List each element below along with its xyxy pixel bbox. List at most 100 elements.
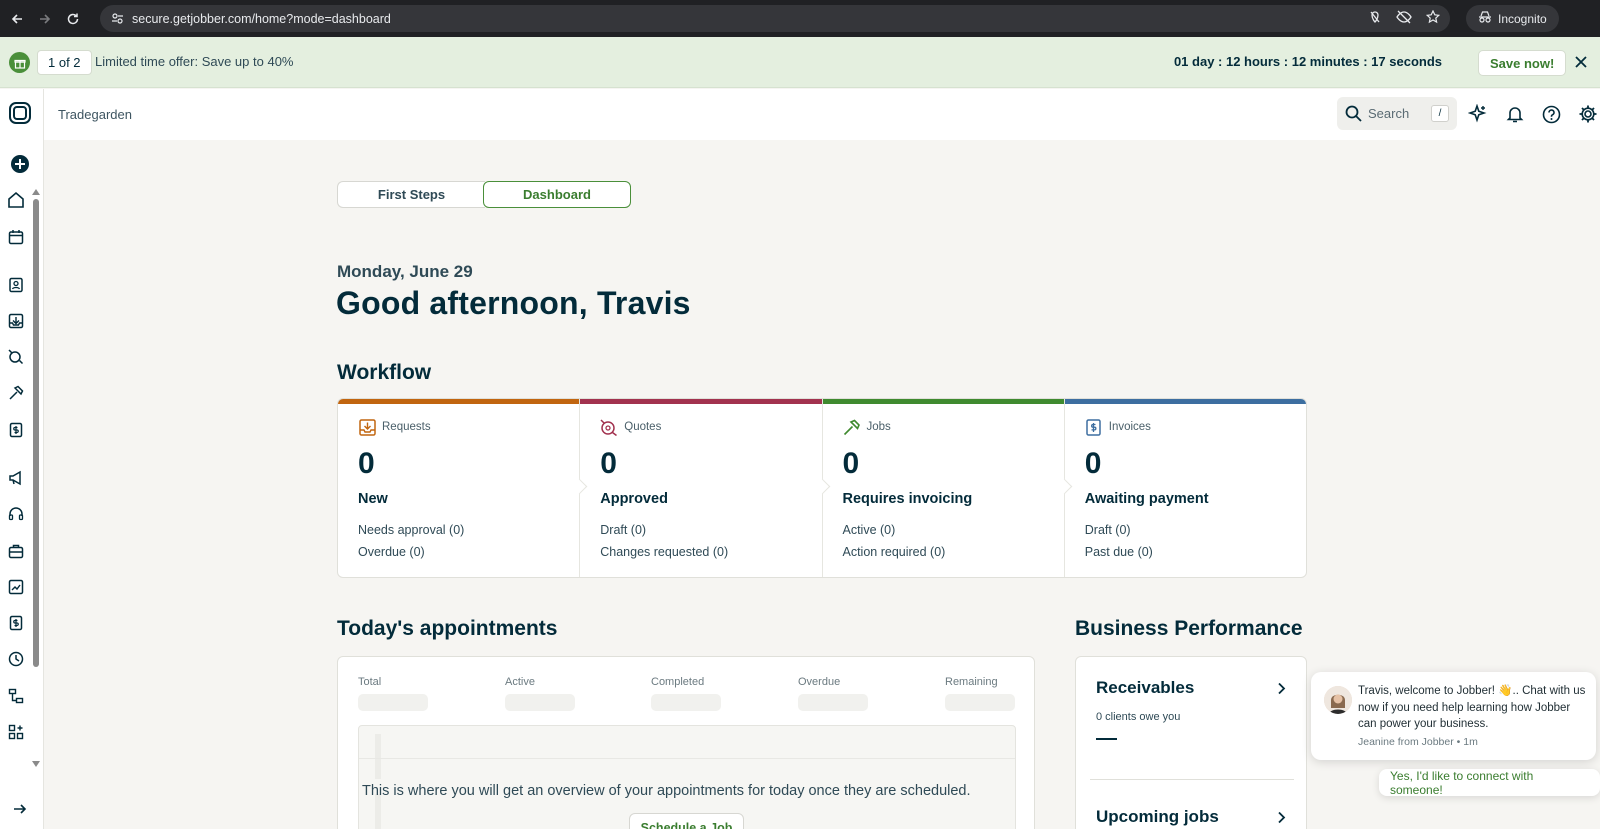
scroll-thumb[interactable] xyxy=(33,199,39,667)
jobs-count: 0 xyxy=(842,447,860,480)
jobs-action-required[interactable]: Action required (0) xyxy=(843,545,946,559)
invoices-status: Awaiting payment xyxy=(1084,491,1209,507)
workflow-title: Workflow xyxy=(337,361,432,384)
chat-welcome-message[interactable]: Travis, welcome to Jobber! 👋.. Chat with… xyxy=(1311,672,1596,760)
settings-gear-icon[interactable] xyxy=(1577,103,1599,125)
company-name: Tradegarden xyxy=(58,107,132,122)
quotes-icon xyxy=(600,418,618,436)
clients-icon[interactable] xyxy=(5,274,27,296)
quotes-count: 0 xyxy=(600,447,617,480)
close-icon[interactable] xyxy=(1571,52,1591,72)
reports-chart-icon[interactable] xyxy=(5,576,27,598)
tab-first-steps[interactable]: First Steps xyxy=(337,181,485,208)
requests-count: 0 xyxy=(358,447,375,480)
greeting-heading: Good afternoon, Travis xyxy=(336,285,691,321)
headset-icon[interactable] xyxy=(5,503,27,525)
home-icon[interactable] xyxy=(5,189,27,211)
eye-off-icon[interactable] xyxy=(1396,10,1412,27)
quotes-draft[interactable]: Draft (0) xyxy=(600,523,646,537)
invoices-icon[interactable] xyxy=(5,419,27,441)
jobs-active[interactable]: Active (0) xyxy=(843,523,896,537)
chevron-right-icon[interactable] xyxy=(1274,681,1288,695)
expenses-icon[interactable] xyxy=(5,612,27,634)
jobs-label: Jobs xyxy=(866,421,891,433)
create-plus-icon[interactable] xyxy=(9,153,31,175)
workflow-card-requests[interactable]: Requests 0 New Needs approval (0) Overdu… xyxy=(338,399,588,577)
workflow-card-quotes[interactable]: Quotes 0 Approved Draft (0) Changes requ… xyxy=(580,399,830,577)
stat-remaining-skeleton xyxy=(945,694,1015,711)
invoices-past-due[interactable]: Past due (0) xyxy=(1085,545,1153,559)
notifications-bell-icon[interactable] xyxy=(1504,103,1526,125)
invoices-label: Invoices xyxy=(1108,421,1151,433)
toolbox-icon[interactable] xyxy=(5,540,27,562)
address-bar[interactable]: secure.getjobber.com/home?mode=dashboard xyxy=(100,5,1450,32)
incognito-indicator[interactable]: Incognito xyxy=(1466,5,1559,32)
workflow-card-invoices[interactable]: Invoices 0 Awaiting payment Draft (0) Pa… xyxy=(1064,399,1306,577)
expand-sidebar-arrow-icon[interactable] xyxy=(10,799,30,819)
help-icon[interactable] xyxy=(1540,103,1562,125)
requests-needs-approval[interactable]: Needs approval (0) xyxy=(358,523,464,537)
empty-placeholder-rule xyxy=(359,758,1015,759)
invoices-icon xyxy=(1085,418,1103,436)
requests-inbox-icon xyxy=(358,418,376,436)
left-sidebar xyxy=(0,89,44,829)
timesheets-clock-icon[interactable] xyxy=(5,648,27,670)
sidebar-scrollbar[interactable] xyxy=(32,189,40,769)
business-performance-panel: Receivables 0 clients owe you Upcoming j… xyxy=(1075,656,1307,829)
stat-completed-label: Completed xyxy=(651,676,705,688)
calendar-icon[interactable] xyxy=(5,226,27,248)
url-text[interactable]: secure.getjobber.com/home?mode=dashboard xyxy=(132,12,391,26)
stat-active-skeleton xyxy=(505,694,575,711)
site-info-icon[interactable] xyxy=(110,12,124,26)
reload-icon[interactable] xyxy=(62,8,84,30)
stat-total-skeleton xyxy=(358,694,428,711)
save-now-button[interactable]: Save now! xyxy=(1478,50,1567,76)
appointments-title: Today's appointments xyxy=(337,617,558,640)
chevron-right-icon[interactable] xyxy=(1274,810,1288,824)
apps-grid-icon[interactable] xyxy=(5,721,27,743)
scroll-up-arrow-icon[interactable] xyxy=(32,189,40,195)
app-header: Tradegarden Search / xyxy=(44,89,1600,140)
current-date: Monday, June 29 xyxy=(337,262,473,281)
agent-avatar xyxy=(1324,686,1352,714)
empty-placeholder-bar xyxy=(375,734,381,779)
stat-remaining-label: Remaining xyxy=(945,676,998,688)
promo-countdown: 01 day : 12 hours : 12 minutes : 17 seco… xyxy=(1173,54,1442,69)
invoices-color-bar xyxy=(1064,399,1306,404)
apps-flow-icon[interactable] xyxy=(5,685,27,707)
search-input[interactable]: Search / xyxy=(1337,97,1457,130)
appointments-empty-message: This is where you will get an overview o… xyxy=(362,783,971,799)
tab-dashboard[interactable]: Dashboard xyxy=(483,181,631,208)
schedule-job-button[interactable]: Schedule a Job xyxy=(629,813,744,829)
tracking-off-icon[interactable] xyxy=(1368,10,1382,27)
scroll-down-arrow-icon[interactable] xyxy=(32,761,40,767)
appointments-panel: Total Active Completed Overdue Remaining… xyxy=(337,656,1035,829)
ai-sparkle-icon[interactable] xyxy=(1467,103,1489,125)
stat-overdue-skeleton xyxy=(798,694,868,711)
promo-counter[interactable]: 1 of 2 xyxy=(37,50,92,75)
back-icon[interactable] xyxy=(6,8,28,30)
jobs-hammer-icon[interactable] xyxy=(5,382,27,404)
chat-connect-button[interactable]: Yes, I'd like to connect with someone! xyxy=(1379,769,1600,797)
forward-icon[interactable] xyxy=(34,8,56,30)
performance-divider xyxy=(1090,779,1294,780)
upcoming-jobs-title[interactable]: Upcoming jobs xyxy=(1096,807,1219,827)
dashboard-tabs: First Steps Dashboard xyxy=(337,181,633,208)
requests-overdue[interactable]: Overdue (0) xyxy=(358,545,425,559)
incognito-label: Incognito xyxy=(1498,11,1547,26)
stat-completed-skeleton xyxy=(651,694,721,711)
jobber-logo-icon[interactable] xyxy=(8,101,32,125)
stat-total-label: Total xyxy=(358,676,382,688)
invoices-draft[interactable]: Draft (0) xyxy=(1085,523,1131,537)
workflow-card-jobs[interactable]: Jobs 0 Requires invoicing Active (0) Act… xyxy=(822,399,1073,577)
promo-banner: 1 of 2 Limited time offer: Save up to 40… xyxy=(0,37,1600,88)
receivables-title[interactable]: Receivables xyxy=(1096,678,1194,698)
quotes-icon[interactable] xyxy=(5,346,27,368)
receivables-empty-dash xyxy=(1096,738,1117,740)
jobs-color-bar xyxy=(822,399,1064,404)
marketing-megaphone-icon[interactable] xyxy=(5,467,27,489)
requests-icon[interactable] xyxy=(5,310,27,332)
search-placeholder: Search xyxy=(1368,106,1410,121)
quotes-changes-requested[interactable]: Changes requested (0) xyxy=(600,545,728,559)
bookmark-star-icon[interactable] xyxy=(1425,9,1441,27)
